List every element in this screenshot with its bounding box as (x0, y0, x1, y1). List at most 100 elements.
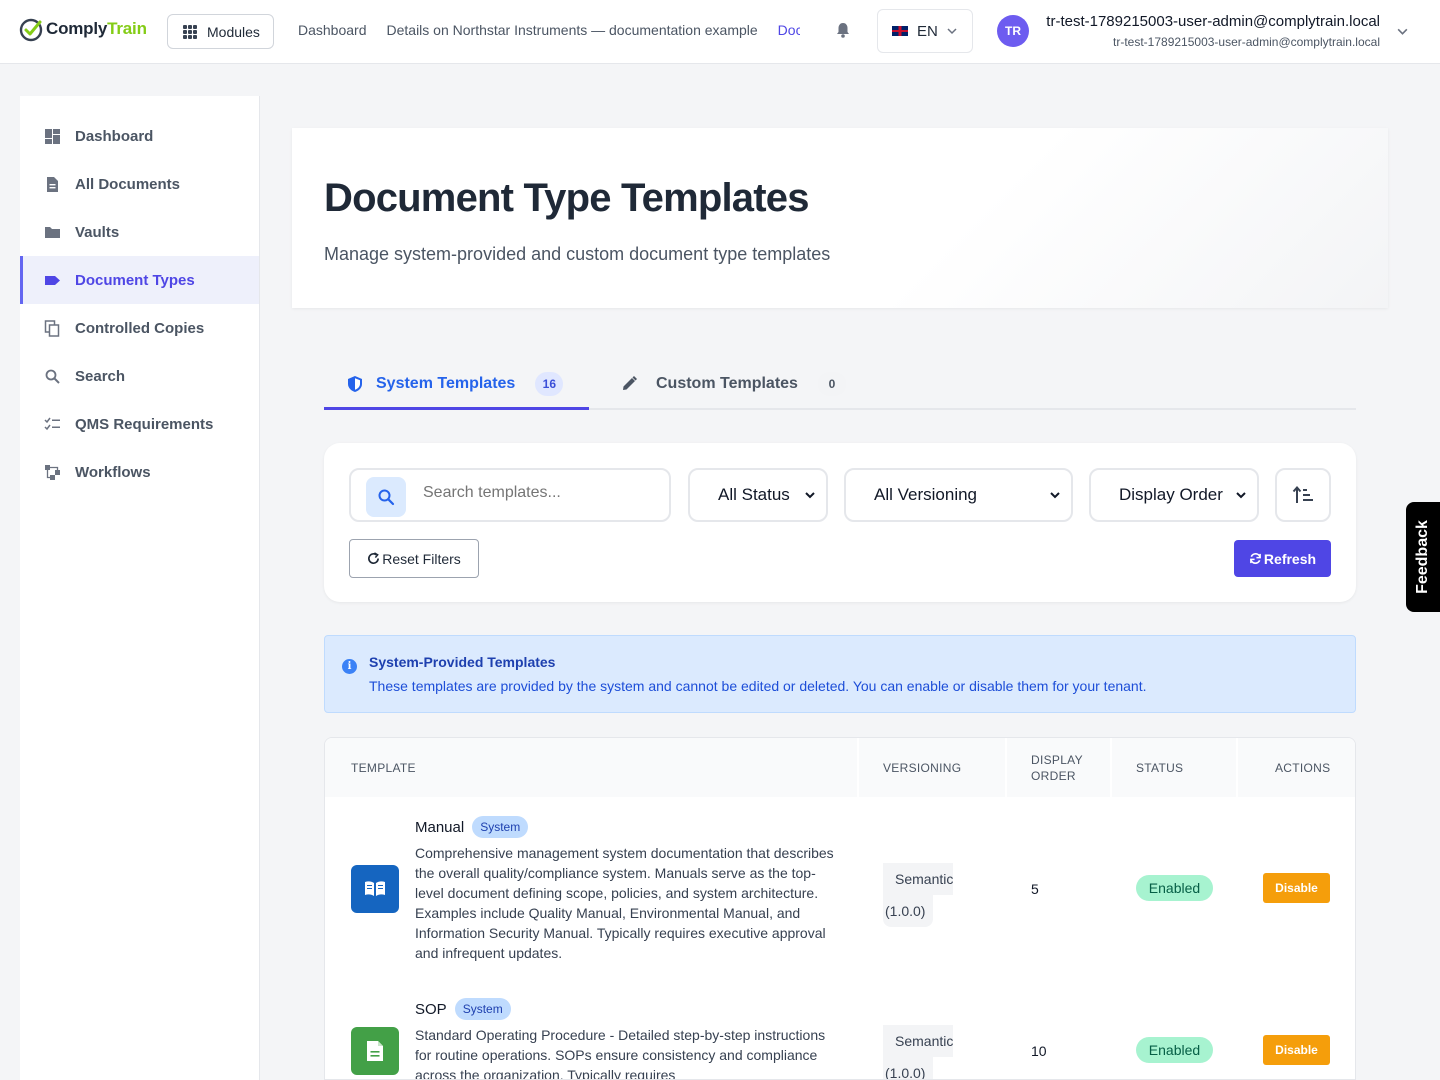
language-selector[interactable]: EN (877, 9, 973, 53)
sidebar-item-label: Vaults (75, 223, 120, 241)
column-header-line: ORDER (1031, 768, 1076, 783)
chevron-down-icon (805, 492, 815, 499)
tag-icon (44, 272, 61, 289)
column-header-status[interactable]: STATUS (1112, 738, 1238, 797)
versioning-type: Semantic (883, 863, 954, 895)
modules-button[interactable]: Modules (167, 14, 274, 49)
display-order-value: 5 (1031, 881, 1039, 897)
breadcrumb-company[interactable]: Details on Northstar Instruments — docum… (387, 22, 758, 38)
template-description: Standard Operating Procedure - Detailed … (415, 1027, 826, 1080)
search-icon (44, 368, 61, 385)
system-badge: System (454, 998, 511, 1020)
user-menu-chevron-icon[interactable] (1396, 25, 1409, 38)
versioning-example: (1.0.0) (883, 1057, 934, 1079)
top-bar: ComplyTrain Modules Dashboard Details on… (0, 0, 1440, 64)
filter-panel: All Status All Versioning Display Order … (324, 443, 1356, 602)
tab-label: System Templates (376, 374, 516, 392)
check-circle-icon (19, 18, 43, 42)
chevron-down-icon (1236, 492, 1246, 499)
tab-custom-templates[interactable]: Custom Templates 0 (620, 360, 846, 408)
info-text: These templates are provided by the syst… (369, 678, 1147, 694)
reset-icon (368, 552, 380, 564)
display-order-value: 10 (1031, 1043, 1047, 1059)
info-banner: i System-Provided Templates These templa… (324, 635, 1356, 713)
sidebar-item-dashboard[interactable]: Dashboard (20, 112, 259, 160)
search-field[interactable] (349, 468, 671, 522)
column-header-display-order[interactable]: DISPLAY ORDER (1007, 738, 1112, 797)
sidebar-item-label: Workflows (75, 463, 151, 481)
language-label: EN (917, 22, 938, 40)
disable-button[interactable]: Disable (1263, 873, 1330, 903)
versioning-value: Semantic (1.0.0) (883, 1025, 957, 1079)
tab-label: Custom Templates (656, 375, 798, 392)
table-header: TEMPLATE VERSIONING DISPLAY ORDER STATUS … (325, 738, 1355, 797)
column-header-actions: ACTIONS (1275, 760, 1331, 775)
template-name-text: Manual (415, 818, 465, 836)
tab-count-badge: 0 (817, 372, 846, 396)
template-description: Comprehensive management system document… (415, 845, 834, 961)
grid-icon (183, 24, 197, 39)
status-badge: Enabled (1136, 1037, 1213, 1063)
column-header-template[interactable]: TEMPLATE (325, 738, 859, 797)
sidebar-item-label: Document Types (75, 271, 195, 289)
reset-filters-button[interactable]: Reset Filters (349, 539, 479, 578)
sidebar-item-controlled-copies[interactable]: Controlled Copies (20, 304, 259, 352)
checklist-icon (44, 416, 61, 433)
sort-select[interactable]: Display Order (1089, 468, 1259, 522)
reset-filters-label: Reset Filters (382, 550, 461, 567)
file-text-icon (351, 1027, 399, 1075)
sidebar-item-document-types[interactable]: Document Types (20, 256, 259, 304)
versioning-filter-select[interactable]: All Versioning (844, 468, 1073, 522)
column-header-line: DISPLAY (1031, 752, 1083, 767)
search-input[interactable] (423, 484, 653, 502)
document-icon (44, 176, 61, 193)
workflow-icon (44, 464, 61, 481)
table-row: SOP System Standard Operating Procedure … (325, 979, 1355, 1080)
system-badge: System (472, 816, 529, 838)
logo-text: ComplyTrain (46, 19, 147, 38)
sidebar-item-workflows[interactable]: Workflows (20, 448, 259, 496)
app-logo[interactable]: ComplyTrain (18, 16, 147, 42)
refresh-icon (1249, 553, 1261, 564)
bell-icon[interactable] (834, 21, 852, 39)
template-name: SOP System (415, 998, 511, 1020)
sidebar-item-label: Controlled Copies (75, 319, 205, 337)
page-subtitle: Manage system-provided and custom docume… (324, 244, 831, 264)
column-header-versioning[interactable]: VERSIONING (859, 738, 1007, 797)
templates-table: TEMPLATE VERSIONING DISPLAY ORDER STATUS … (324, 737, 1356, 1080)
breadcrumb-current[interactable]: Document Types (778, 22, 800, 38)
table-row: Manual System Comprehensive management s… (325, 797, 1355, 979)
refresh-button[interactable]: Refresh (1234, 540, 1331, 577)
avatar[interactable]: TR (997, 15, 1029, 47)
sidebar-item-qms-requirements[interactable]: QMS Requirements (20, 400, 259, 448)
status-filter-value: All Status (718, 485, 790, 504)
book-icon (351, 865, 399, 913)
sidebar-item-label: QMS Requirements (75, 415, 214, 433)
search-icon (366, 477, 406, 517)
uk-flag-icon (891, 25, 909, 37)
copy-icon (44, 319, 61, 337)
breadcrumb: Dashboard Details on Northstar Instrumen… (298, 22, 800, 38)
sidebar-item-vaults[interactable]: Vaults (20, 208, 259, 256)
dashboard-icon (44, 128, 61, 145)
disable-button[interactable]: Disable (1263, 1035, 1330, 1065)
sidebar-item-all-documents[interactable]: All Documents (20, 160, 259, 208)
versioning-filter-value: All Versioning (874, 485, 978, 504)
modules-label: Modules (207, 23, 260, 40)
tab-system-templates[interactable]: System Templates 16 (324, 360, 589, 410)
versioning-value: Semantic (1.0.0) (883, 863, 957, 927)
feedback-tab[interactable]: Feedback (1406, 502, 1440, 612)
page-header: Document Type Templates Manage system-pr… (292, 128, 1388, 308)
user-name[interactable]: tr-test-1789215003-user-admin@complytrai… (1046, 13, 1380, 30)
pencil-icon (623, 376, 637, 390)
sort-direction-button[interactable] (1275, 468, 1331, 522)
sidebar-item-label: All Documents (75, 175, 181, 193)
status-filter-select[interactable]: All Status (688, 468, 828, 522)
breadcrumb-dashboard[interactable]: Dashboard (298, 22, 367, 38)
refresh-label: Refresh (1263, 550, 1317, 567)
shield-icon (348, 375, 362, 392)
template-name-text: SOP (415, 1000, 447, 1018)
sidebar-item-search[interactable]: Search (20, 352, 259, 400)
status-badge: Enabled (1136, 875, 1213, 901)
page-title: Document Type Templates (324, 176, 809, 220)
